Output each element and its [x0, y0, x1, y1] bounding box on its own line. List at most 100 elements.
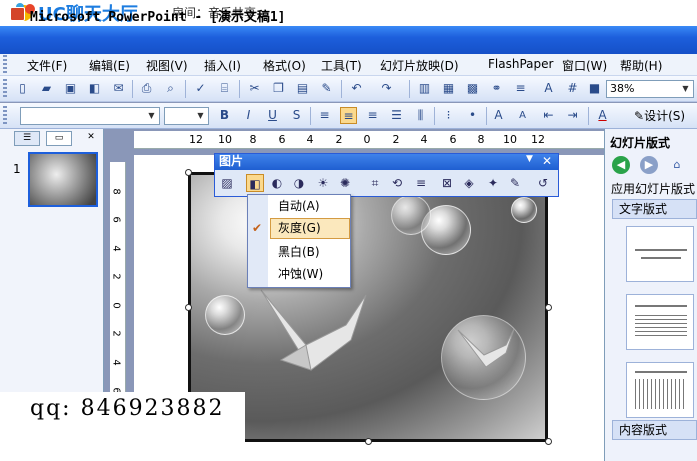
- format-picture-icon[interactable]: ✦: [484, 174, 502, 192]
- email-icon[interactable]: ✉: [110, 80, 127, 97]
- chevron-down-icon[interactable]: ▼: [194, 109, 207, 123]
- open-icon[interactable]: ▰: [38, 80, 55, 97]
- ruler-label: 2: [335, 133, 343, 146]
- rotate-left-icon[interactable]: ⟲: [388, 174, 406, 192]
- insert-picture-icon[interactable]: ▨: [218, 174, 236, 192]
- crop-icon[interactable]: ⌗: [366, 174, 384, 192]
- resize-handle[interactable]: [545, 438, 552, 445]
- set-transparent-color-icon[interactable]: ✎: [506, 174, 524, 192]
- numbering-icon[interactable]: ⁝: [440, 107, 457, 124]
- research-icon[interactable]: ⌸: [216, 80, 233, 97]
- color-option-black-white[interactable]: 黑白(B): [248, 241, 350, 263]
- outline-tab[interactable]: ☰: [14, 131, 40, 146]
- align-center-icon[interactable]: ≡: [340, 107, 357, 124]
- grid-icon[interactable]: #: [564, 80, 581, 97]
- slide-thumbnail[interactable]: [28, 152, 98, 207]
- menu-slideshow[interactable]: 幻灯片放映(D): [380, 57, 459, 74]
- show-formatting-icon[interactable]: A: [540, 80, 557, 97]
- picture-toolbar-title[interactable]: 图片: [215, 154, 558, 170]
- ruler-label: 2: [110, 330, 122, 337]
- align-left-icon[interactable]: ≡: [316, 107, 333, 124]
- shadow-icon[interactable]: S: [288, 107, 305, 124]
- zoom-box[interactable]: 38% ▼: [606, 80, 694, 98]
- recolor-picture-icon[interactable]: ◈: [460, 174, 478, 192]
- menu-file[interactable]: 文件(F): [27, 57, 67, 74]
- menu-format[interactable]: 格式(O): [263, 57, 306, 74]
- format-painter-icon[interactable]: ✎: [318, 80, 335, 97]
- close-icon[interactable]: ✕: [78, 131, 104, 146]
- font-size-box[interactable]: ▼: [164, 107, 209, 125]
- more-brightness-icon[interactable]: ☀: [314, 174, 332, 192]
- content-layouts-header[interactable]: 内容版式: [612, 420, 697, 440]
- bullets-icon[interactable]: •: [464, 107, 481, 124]
- resize-handle[interactable]: [365, 438, 372, 445]
- line-style-icon[interactable]: ≡: [412, 174, 430, 192]
- toolbar-grip[interactable]: [3, 106, 7, 126]
- menu-grip[interactable]: [3, 55, 7, 73]
- permission-icon[interactable]: ◧: [86, 80, 103, 97]
- justify-icon[interactable]: ☰: [388, 107, 405, 124]
- resize-handle[interactable]: [545, 304, 552, 311]
- save-icon[interactable]: ▣: [62, 80, 79, 97]
- insert-chart-icon[interactable]: ▥: [416, 80, 433, 97]
- back-icon[interactable]: ◀: [612, 156, 630, 174]
- decrease-font-icon[interactable]: A: [514, 107, 531, 124]
- menu-view[interactable]: 视图(V): [146, 57, 188, 74]
- layout-title-only[interactable]: [626, 226, 694, 282]
- less-brightness-icon[interactable]: ✺: [336, 174, 354, 192]
- expand-all-icon[interactable]: ≡: [512, 80, 529, 97]
- resize-handle[interactable]: [185, 304, 192, 311]
- menu-insert[interactable]: 插入(I): [204, 57, 241, 74]
- color-icon[interactable]: ◧: [246, 174, 264, 192]
- font-name-box[interactable]: ▼: [20, 107, 160, 125]
- resize-handle[interactable]: [185, 169, 192, 176]
- bold-icon[interactable]: B: [216, 107, 233, 124]
- redo-icon[interactable]: ↷: [378, 80, 395, 97]
- menu-help[interactable]: 帮助(H): [620, 57, 662, 74]
- layout-title-text[interactable]: [626, 294, 694, 350]
- menu-edit[interactable]: 编辑(E): [89, 57, 130, 74]
- menu-window[interactable]: 窗口(W): [562, 57, 607, 74]
- copy-icon[interactable]: ❐: [270, 80, 287, 97]
- chevron-down-icon[interactable]: ▼: [679, 82, 692, 96]
- layout-two-column[interactable]: [626, 362, 694, 418]
- toolbar-options-icon[interactable]: ▼: [526, 154, 533, 164]
- design-button[interactable]: ✎设计(S): [634, 107, 685, 124]
- powerpoint-app-icon[interactable]: [10, 7, 25, 21]
- text-layouts-header[interactable]: 文字版式: [612, 199, 697, 219]
- tables-borders-icon[interactable]: ▩: [464, 80, 481, 97]
- cut-icon[interactable]: ✂: [246, 80, 263, 97]
- print-icon[interactable]: ⎙: [138, 80, 155, 97]
- new-icon[interactable]: ▯: [14, 80, 31, 97]
- increase-indent-icon[interactable]: ⇥: [564, 107, 581, 124]
- spelling-icon[interactable]: ✓: [192, 80, 209, 97]
- hyperlink-icon[interactable]: ⚭: [488, 80, 505, 97]
- undo-icon[interactable]: ↶: [348, 80, 365, 97]
- forward-icon[interactable]: ▶: [640, 156, 658, 174]
- color-option-washout[interactable]: 冲蚀(W): [248, 263, 350, 285]
- menu-tools[interactable]: 工具(T): [321, 57, 362, 74]
- distributed-icon[interactable]: ⫼: [412, 107, 429, 124]
- font-color-icon[interactable]: A: [594, 107, 611, 124]
- less-contrast-icon[interactable]: ◑: [290, 174, 308, 192]
- color-grayscale-icon[interactable]: ■: [586, 80, 603, 97]
- slides-tab[interactable]: ▭: [46, 131, 72, 146]
- align-right-icon[interactable]: ≡: [364, 107, 381, 124]
- print-preview-icon[interactable]: ⌕: [162, 80, 179, 97]
- compress-pictures-icon[interactable]: ⊠: [438, 174, 456, 192]
- home-icon[interactable]: ⌂: [668, 156, 686, 174]
- reset-picture-icon[interactable]: ↺: [534, 174, 552, 192]
- decrease-indent-icon[interactable]: ⇤: [540, 107, 557, 124]
- italic-icon[interactable]: I: [240, 107, 257, 124]
- menu-flashpaper[interactable]: FlashPaper: [488, 57, 553, 71]
- increase-font-icon[interactable]: A: [490, 107, 507, 124]
- color-option-automatic[interactable]: 自动(A): [248, 195, 350, 217]
- underline-icon[interactable]: U: [264, 107, 281, 124]
- close-icon[interactable]: ✕: [542, 154, 552, 168]
- chevron-down-icon[interactable]: ▼: [145, 109, 158, 123]
- toolbar-grip[interactable]: [3, 79, 7, 99]
- paste-icon[interactable]: ▤: [294, 80, 311, 97]
- more-contrast-icon[interactable]: ◐: [268, 174, 286, 192]
- color-option-grayscale[interactable]: 灰度(G): [248, 217, 350, 239]
- insert-table-icon[interactable]: ▦: [440, 80, 457, 97]
